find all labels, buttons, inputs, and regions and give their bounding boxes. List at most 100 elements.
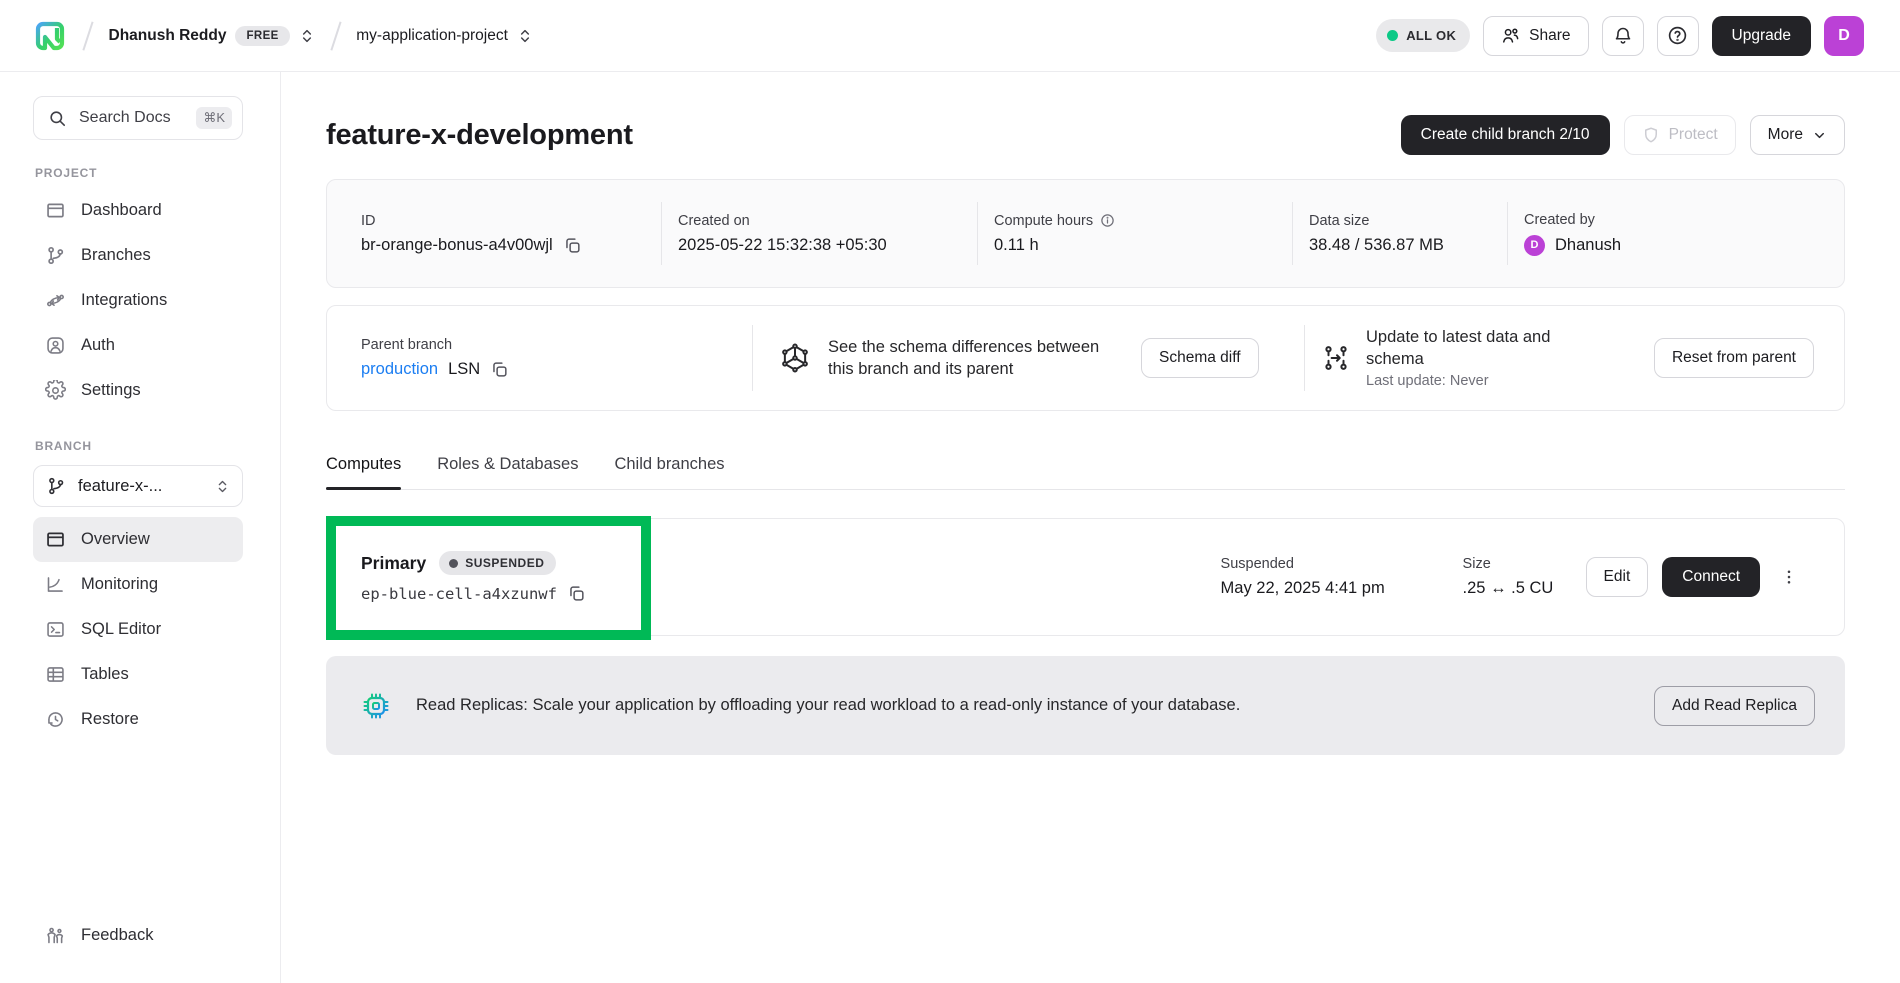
chart-icon [45,574,66,595]
sidebar-item-restore[interactable]: Restore [33,697,243,742]
top-header: Dhanush Reddy FREE my-application-projec… [0,0,1900,72]
breadcrumb-divider [82,21,93,50]
read-replica-text: Read Replicas: Scale your application by… [416,696,1240,715]
status-pill[interactable]: ALL OK [1376,19,1470,52]
size-value: .25 ↔ .5 CU [1463,579,1554,598]
data-size-label: Data size [1309,213,1507,229]
org-name: Dhanush Reddy [109,27,227,45]
protect-button[interactable]: Protect [1624,115,1736,155]
created-on-label: Created on [678,213,977,229]
gear-icon [45,380,66,401]
schema-diff-button[interactable]: Schema diff [1141,338,1259,378]
id-label: ID [361,213,661,229]
sidebar-item-auth[interactable]: Auth [33,323,243,368]
copy-icon[interactable] [490,360,509,379]
org-switcher[interactable]: Dhanush Reddy FREE [109,26,315,46]
lsn-label: LSN [448,360,480,379]
branch-selector[interactable]: feature-x-... [33,465,243,507]
sort-chevrons-icon [215,479,230,494]
created-on-value: 2025-05-22 15:32:38 +05:30 [678,236,887,255]
upgrade-button[interactable]: Upgrade [1712,16,1811,56]
create-child-branch-button[interactable]: Create child branch 2/10 [1401,115,1610,155]
creator-avatar: D [1524,235,1545,256]
read-replica-banner: Read Replicas: Scale your application by… [326,656,1845,755]
neon-logo[interactable] [33,19,67,53]
integrations-icon [45,290,66,311]
branch-id-value: br-orange-bonus-a4v00wjl [361,236,553,255]
terminal-icon [45,619,66,640]
sidebar-item-settings[interactable]: Settings [33,368,243,413]
page-title: feature-x-development [326,119,633,152]
status-badge: SUSPENDED [439,551,556,575]
search-docs-button[interactable]: Search Docs ⌘K [33,96,243,140]
compute-name: Primary [361,553,426,574]
table-icon [45,664,66,685]
more-button[interactable]: More [1750,115,1845,155]
user-avatar[interactable]: D [1824,16,1864,56]
parent-branch-card: Parent branch production LSN See the sch… [326,305,1845,411]
people-icon [1501,26,1520,45]
status-ok-dot [1387,30,1398,41]
data-size-value: 38.48 / 536.87 MB [1309,236,1444,255]
edit-button[interactable]: Edit [1586,557,1649,597]
suspended-label: Suspended [1221,556,1463,572]
project-switcher[interactable]: my-application-project [356,27,533,45]
add-read-replica-button[interactable]: Add Read Replica [1654,686,1815,726]
info-icon[interactable] [1100,213,1115,228]
help-button[interactable] [1657,16,1699,56]
search-icon [48,109,67,128]
schema-diff-description: See the schema differences between this … [828,336,1118,381]
kebab-icon [1780,568,1798,586]
question-circle-icon [1667,25,1688,46]
shortcut-badge: ⌘K [196,107,232,129]
sidebar-item-sql-editor[interactable]: SQL Editor [33,607,243,652]
sidebar-item-tables[interactable]: Tables [33,652,243,697]
feedback-button[interactable]: Feedback [33,913,243,957]
parent-branch-link[interactable]: production [361,360,438,379]
share-button[interactable]: Share [1483,16,1588,56]
endpoint-id: ep-blue-cell-a4xzunwf [361,585,557,603]
copy-icon[interactable] [563,236,582,255]
sort-chevrons-icon [299,28,315,44]
notifications-button[interactable] [1602,16,1644,56]
sidebar-item-monitoring[interactable]: Monitoring [33,562,243,607]
compute-hours-label: Compute hours [994,213,1093,229]
parent-branch-label: Parent branch [361,337,752,353]
auth-user-icon [45,335,66,356]
tab-roles-databases[interactable]: Roles & Databases [437,455,578,489]
dashboard-icon [45,200,66,221]
history-clock-icon [45,709,66,730]
schema-icon [779,342,811,374]
compute-row: Primary SUSPENDED ep-blue-cell-a4xzunwf … [326,518,1845,636]
created-by-label: Created by [1524,212,1844,228]
breadcrumb-divider [330,21,341,50]
plan-badge: FREE [235,26,289,46]
last-update-text: Last update: Never [1366,373,1596,389]
compute-hours-value: 0.11 h [994,236,1039,255]
branch-info-card: ID br-orange-bonus-a4v00wjl Created on 2… [326,179,1845,288]
sidebar-item-overview[interactable]: Overview [33,517,243,562]
reset-merge-icon [1321,343,1351,373]
tab-child-branches[interactable]: Child branches [614,455,724,489]
created-by-value: Dhanush [1555,236,1621,255]
sidebar-item-branches[interactable]: Branches [33,233,243,278]
branch-icon [45,245,66,266]
compute-menu-button[interactable] [1774,557,1804,597]
sidebar-item-integrations[interactable]: Integrations [33,278,243,323]
sidebar-item-dashboard[interactable]: Dashboard [33,188,243,233]
project-nav: Dashboard Branches Integrations Auth Set… [33,188,244,413]
project-name: my-application-project [356,27,508,45]
status-label: ALL OK [1406,28,1456,43]
size-label: Size [1463,556,1586,572]
project-section-label: PROJECT [35,166,244,180]
feedback-people-icon [45,925,66,946]
main-content: feature-x-development Create child branc… [281,72,1900,983]
reset-from-parent-button[interactable]: Reset from parent [1654,338,1814,378]
branch-tabs: Computes Roles & Databases Child branche… [326,455,1845,490]
tab-computes[interactable]: Computes [326,455,401,489]
reset-description: Update to latest data and schema [1366,327,1596,370]
copy-icon[interactable] [567,584,586,603]
chip-icon [360,690,392,722]
sidebar: Search Docs ⌘K PROJECT Dashboard Branche… [0,72,281,983]
connect-button[interactable]: Connect [1662,557,1760,597]
